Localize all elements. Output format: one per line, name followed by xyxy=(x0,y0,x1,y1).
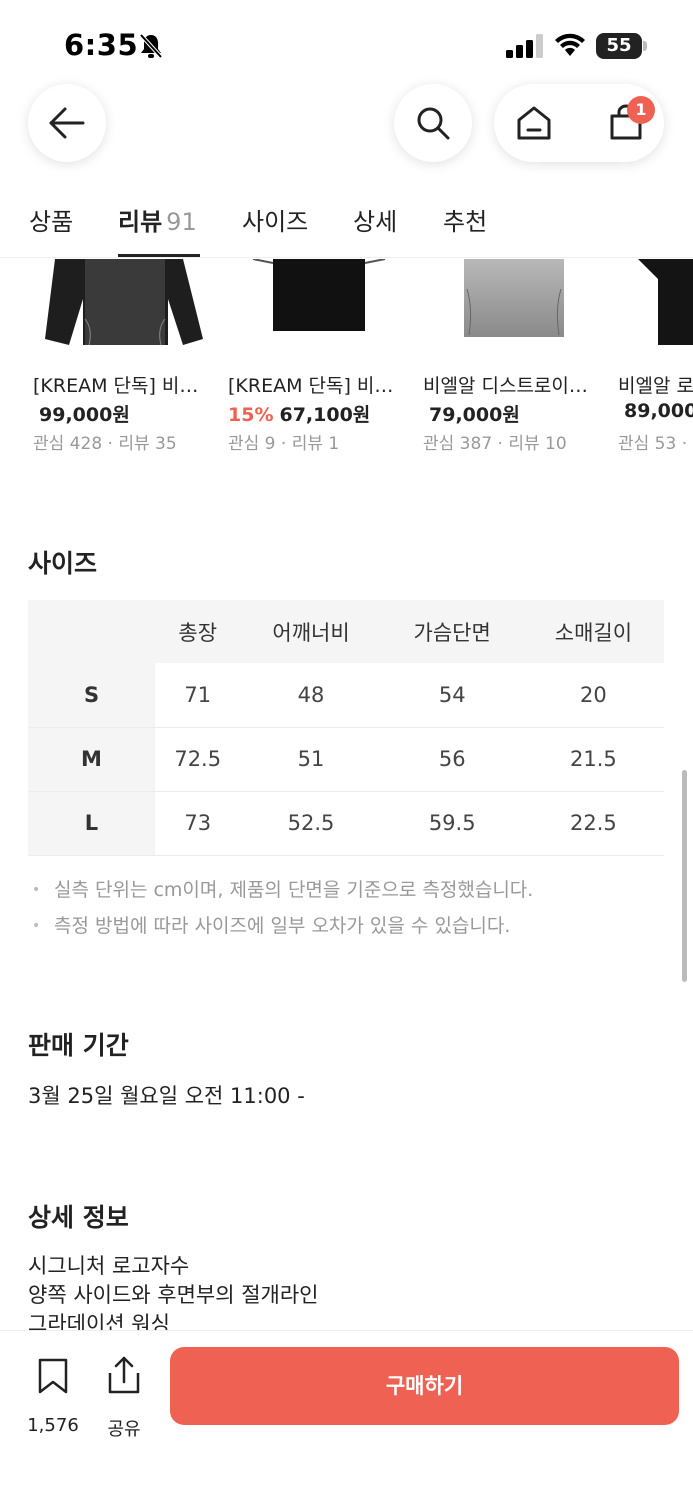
share-label: 공유 xyxy=(107,1419,141,1440)
bookmark-icon xyxy=(38,1358,68,1394)
detail-line: 그라데이션 워싱 xyxy=(28,1312,170,1330)
tab-recommend[interactable]: 추천 xyxy=(443,202,487,237)
size-value: 51 xyxy=(240,727,382,792)
wifi-icon xyxy=(555,33,585,56)
cellular-signal-icon xyxy=(506,34,543,58)
product-name: [KREAM 단독] 비… xyxy=(33,375,199,397)
share-button[interactable]: 공유 xyxy=(98,1351,150,1440)
sale-period-value: 3월 25일 월요일 오전 11:00 - xyxy=(28,1084,305,1108)
size-column-header: 가슴단면 xyxy=(381,600,523,663)
recommended-products: [KREAM 단독] 비… 99,000원 관심 428 · 리뷰 35 [KR… xyxy=(0,259,693,459)
size-table-header: 총장 어깨너비 가슴단면 소매길이 xyxy=(28,600,664,663)
detail-info-title: 상세 정보 xyxy=(28,1203,129,1232)
buy-button[interactable]: 구매하기 xyxy=(170,1347,679,1425)
product-price-line: 79,000원 xyxy=(423,400,520,427)
tab-label: 추천 xyxy=(443,208,488,236)
product-discount: 15% xyxy=(228,404,274,426)
active-tab-indicator xyxy=(118,254,200,257)
tab-label: 리뷰 xyxy=(118,208,163,236)
status-bar: 6:35 55 xyxy=(0,0,693,90)
product-price-line: 89,000 xyxy=(618,400,693,422)
size-value: 22.5 xyxy=(522,791,664,856)
size-label: S xyxy=(28,663,155,728)
share-icon xyxy=(108,1356,140,1394)
product-image xyxy=(638,259,693,345)
search-button[interactable] xyxy=(394,84,472,162)
size-notes: 실측 단위는 cm이며, 제품의 단면을 기준으로 측정했습니다. 측정 방법에… xyxy=(28,876,668,948)
battery-level: 55 xyxy=(596,33,642,59)
battery-cap xyxy=(643,41,647,51)
size-table: 총장 어깨너비 가슴단면 소매길이 S 71 48 54 20 M 72.5 5… xyxy=(28,600,664,856)
size-value: 72.5 xyxy=(155,727,241,792)
battery-indicator: 55 xyxy=(596,33,648,59)
tab-label: 상품 xyxy=(29,208,74,236)
tab-label: 사이즈 xyxy=(242,208,309,236)
sale-period-title: 판매 기간 xyxy=(28,1031,129,1060)
product-meta: 관심 428 · 리뷰 35 xyxy=(33,434,177,454)
tab-detail[interactable]: 상세 xyxy=(353,202,397,237)
table-row: L 73 52.5 59.5 22.5 xyxy=(28,791,664,856)
tab-review[interactable]: 리뷰 91 xyxy=(118,202,197,237)
size-note: 측정 방법에 따라 사이즈에 일부 오차가 있을 수 있습니다. xyxy=(28,912,668,948)
product-meta: 관심 53 · xyxy=(618,434,688,454)
size-value: 54 xyxy=(381,663,523,728)
table-row: S 71 48 54 20 xyxy=(28,663,664,728)
tab-size[interactable]: 사이즈 xyxy=(242,202,308,237)
product-name: [KREAM 단독] 비… xyxy=(228,375,394,397)
size-label: M xyxy=(28,727,155,792)
bottom-action-bar: 1,576 공유 구매하기 xyxy=(0,1330,693,1500)
size-value: 21.5 xyxy=(522,727,664,792)
size-note: 실측 단위는 cm이며, 제품의 단면을 기준으로 측정했습니다. xyxy=(28,876,668,912)
product-price: 99,000원 xyxy=(39,404,130,426)
size-value: 71 xyxy=(155,663,241,728)
bookmark-count: 1,576 xyxy=(27,1415,79,1436)
size-value: 52.5 xyxy=(240,791,382,856)
size-value: 73 xyxy=(155,791,241,856)
size-column-header: 어깨너비 xyxy=(240,600,382,663)
size-value: 48 xyxy=(240,663,382,728)
product-price-line: 15% 67,100원 xyxy=(228,400,370,427)
size-value: 56 xyxy=(381,727,523,792)
detail-info-text: 시그니처 로고자수 양쪽 사이드와 후면부의 절개라인 그라데이션 워싱 xyxy=(28,1252,668,1330)
product-price: 67,100원 xyxy=(279,404,371,426)
product-meta: 관심 9 · 리뷰 1 xyxy=(228,434,340,454)
product-meta: 관심 387 · 리뷰 10 xyxy=(423,434,567,454)
product-name: 비엘알 디스트로이… xyxy=(423,375,588,397)
review-count: 91 xyxy=(166,208,197,236)
size-value: 20 xyxy=(522,663,664,728)
status-time: 6:35 xyxy=(64,28,139,62)
product-price: 79,000원 xyxy=(429,404,520,426)
back-button[interactable] xyxy=(28,84,106,162)
detail-line: 양쪽 사이드와 후면부의 절개라인 xyxy=(28,1283,319,1307)
product-price: 89,000 xyxy=(624,400,693,422)
product-image xyxy=(464,259,564,337)
section-tabs: 상품 리뷰 91 사이즈 상세 추천 xyxy=(0,186,693,258)
table-row: M 72.5 51 56 21.5 xyxy=(28,727,664,792)
bell-off-icon xyxy=(139,33,163,59)
product-image xyxy=(252,259,386,331)
size-column-header: 소매길이 xyxy=(522,600,664,663)
detail-line: 시그니처 로고자수 xyxy=(28,1254,190,1278)
size-header-corner xyxy=(28,600,155,663)
size-label: L xyxy=(28,791,155,856)
home-button[interactable] xyxy=(494,84,579,162)
size-column-header: 총장 xyxy=(155,600,241,663)
tab-label: 상세 xyxy=(353,208,398,236)
cart-count-badge: 1 xyxy=(627,96,655,124)
bookmark-button[interactable]: 1,576 xyxy=(20,1351,86,1436)
product-name: 비엘알 로 xyxy=(618,375,693,397)
scrollbar[interactable] xyxy=(682,770,687,982)
arrow-left-icon xyxy=(49,107,85,139)
tab-product[interactable]: 상품 xyxy=(29,202,73,237)
product-price-line: 99,000원 xyxy=(33,400,130,427)
size-section-title: 사이즈 xyxy=(28,549,98,578)
search-icon xyxy=(417,107,450,140)
size-value: 59.5 xyxy=(381,791,523,856)
cart-button[interactable] xyxy=(579,84,664,162)
product-image xyxy=(45,259,203,346)
home-icon xyxy=(517,106,551,140)
